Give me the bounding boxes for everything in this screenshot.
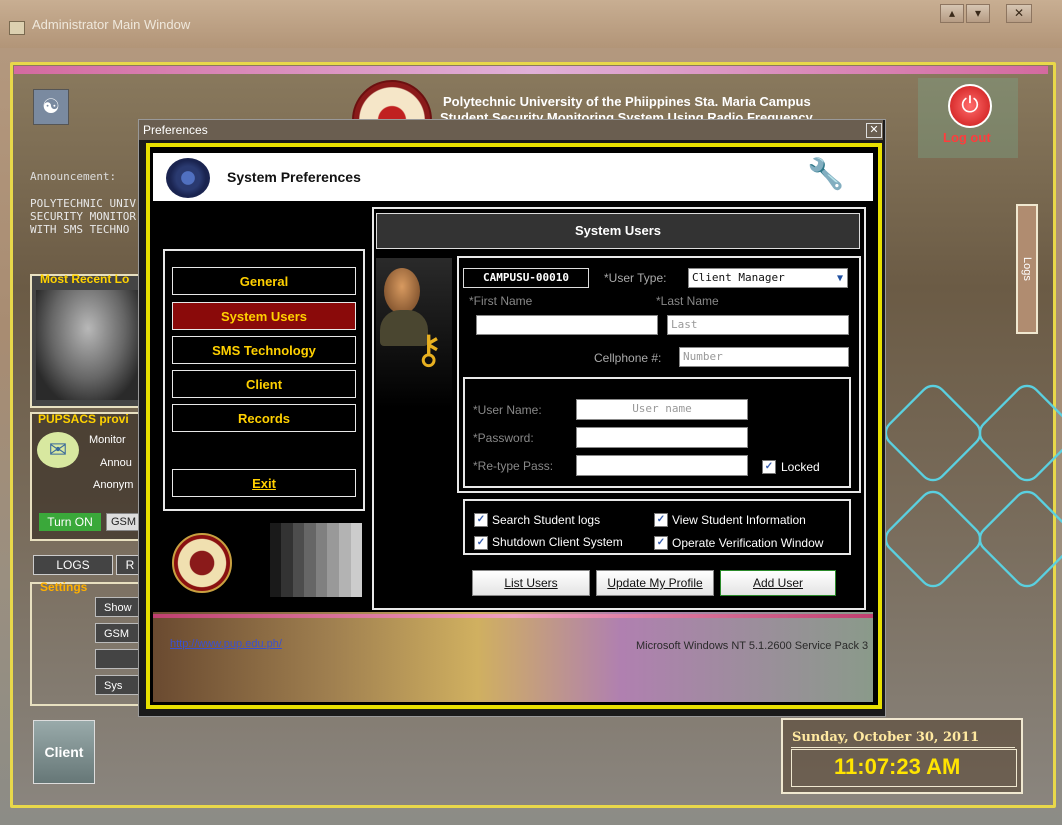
user-type-value: Client Manager xyxy=(692,271,785,284)
university-seal-logo xyxy=(172,533,232,593)
gear-icon xyxy=(166,158,210,198)
app-icon xyxy=(9,21,25,35)
announcement-text: POLYTECHNIC UNIV SECURITY MONITOR WITH S… xyxy=(30,197,136,236)
nav-system-users[interactable]: System Users xyxy=(172,302,356,330)
os-version-text: Microsoft Windows NT 5.1.2600 Service Pa… xyxy=(636,640,869,652)
preferences-titlebar xyxy=(139,120,883,140)
power-icon[interactable]: ⏻ xyxy=(948,84,992,128)
nav-client[interactable]: Client xyxy=(172,370,356,398)
content-title: System Users xyxy=(376,213,860,249)
first-name-field[interactable] xyxy=(476,315,658,335)
retype-password-label: *Re-type Pass: xyxy=(473,459,554,473)
cellphone-field[interactable]: Number xyxy=(679,347,849,367)
client-button[interactable]: Client xyxy=(33,720,95,784)
add-user-button[interactable]: Add User xyxy=(720,570,836,596)
cellphone-label: Cellphone #: xyxy=(594,351,662,365)
university-link[interactable]: http://www.pup.edu.ph/ xyxy=(170,638,282,650)
list-users-button[interactable]: List Users xyxy=(472,570,590,596)
pupsacs-line: Monitor xyxy=(89,434,126,446)
footer-decor xyxy=(153,612,873,702)
retype-password-field[interactable] xyxy=(576,455,748,476)
locked-checkbox[interactable]: ✓ xyxy=(762,460,776,474)
close-icon[interactable]: ✕ xyxy=(1006,4,1032,23)
date-display: Sunday, October 30, 2011 xyxy=(792,730,980,745)
username-label: *User Name: xyxy=(473,403,542,417)
settings-title: Settings xyxy=(40,580,88,594)
logout-button[interactable]: Log out xyxy=(943,130,991,145)
logs-side-tab[interactable]: Logs xyxy=(1016,204,1038,334)
nav-records[interactable]: Records xyxy=(172,404,356,432)
turn-on-button[interactable]: Turn ON xyxy=(39,513,101,531)
password-label: *Password: xyxy=(473,431,534,445)
nav-exit[interactable]: Exit xyxy=(172,469,356,497)
preferences-title: Preferences xyxy=(143,123,208,137)
search-logs-checkbox[interactable]: ✓ xyxy=(474,513,488,527)
logs-button[interactable]: LOGS xyxy=(33,555,113,575)
gsm-button[interactable]: GSM M xyxy=(95,623,140,660)
show-button[interactable]: Show xyxy=(95,597,140,617)
minimize-icon[interactable]: ▴ xyxy=(940,4,964,23)
user-type-select[interactable]: Client Manager ▼ xyxy=(688,268,848,288)
settings-button[interactable] xyxy=(95,649,140,669)
recent-user-photo xyxy=(36,290,140,400)
search-logs-label: Search Student logs xyxy=(492,513,601,527)
verification-window-checkbox[interactable]: ✓ xyxy=(654,536,668,550)
user-type-label: *User Type: xyxy=(604,271,667,285)
view-student-checkbox[interactable]: ✓ xyxy=(654,513,668,527)
announcement-label: Announcement: xyxy=(30,170,117,183)
shutdown-client-label: Shutdown Client System xyxy=(492,535,623,549)
time-display: 11:07:23 AM xyxy=(834,754,961,779)
pupsacs-line: Anonym xyxy=(93,479,134,491)
top-decor-bar xyxy=(14,66,1048,74)
gradient-decor xyxy=(258,523,363,597)
close-icon[interactable]: ✕ xyxy=(866,123,882,138)
restore-icon[interactable]: ▾ xyxy=(966,4,990,23)
key-icon: ⚷ xyxy=(414,328,444,372)
date-divider xyxy=(791,747,1015,748)
view-student-label: View Student Information xyxy=(672,513,806,527)
verification-window-label: Operate Verification Window xyxy=(672,536,824,550)
pupsacs-line: Annou xyxy=(100,457,132,469)
nav-sms-technology[interactable]: SMS Technology xyxy=(172,336,356,364)
last-name-field[interactable]: Last xyxy=(667,315,849,335)
locked-label: Locked xyxy=(781,460,820,474)
system-button[interactable]: Sys xyxy=(95,675,140,695)
recent-log-title: Most Recent Lo xyxy=(40,272,130,286)
message-icon: ✉ xyxy=(37,432,79,468)
user-icon xyxy=(384,268,420,314)
university-name: Polytechnic University of the Phiippines… xyxy=(443,94,811,109)
nav-general[interactable]: General xyxy=(172,267,356,295)
footer-decor-line xyxy=(153,614,873,618)
main-window-title: Administrator Main Window xyxy=(32,17,191,32)
binoculars-icon[interactable]: ☯ xyxy=(33,89,69,125)
preferences-header-title: System Preferences xyxy=(227,169,361,185)
last-name-label: *Last Name xyxy=(656,294,719,308)
chevron-down-icon: ▼ xyxy=(836,273,843,284)
user-id-display: CAMPUSU-00010 xyxy=(463,268,589,288)
shutdown-client-checkbox[interactable]: ✓ xyxy=(474,536,488,550)
update-profile-button[interactable]: Update My Profile xyxy=(596,570,714,596)
username-field[interactable]: User name xyxy=(576,399,748,420)
tools-icon: 🔧 xyxy=(807,158,845,191)
password-field[interactable] xyxy=(576,427,748,448)
pupsacs-title: PUPSACS provi xyxy=(38,412,129,426)
first-name-label: *First Name xyxy=(469,294,533,308)
